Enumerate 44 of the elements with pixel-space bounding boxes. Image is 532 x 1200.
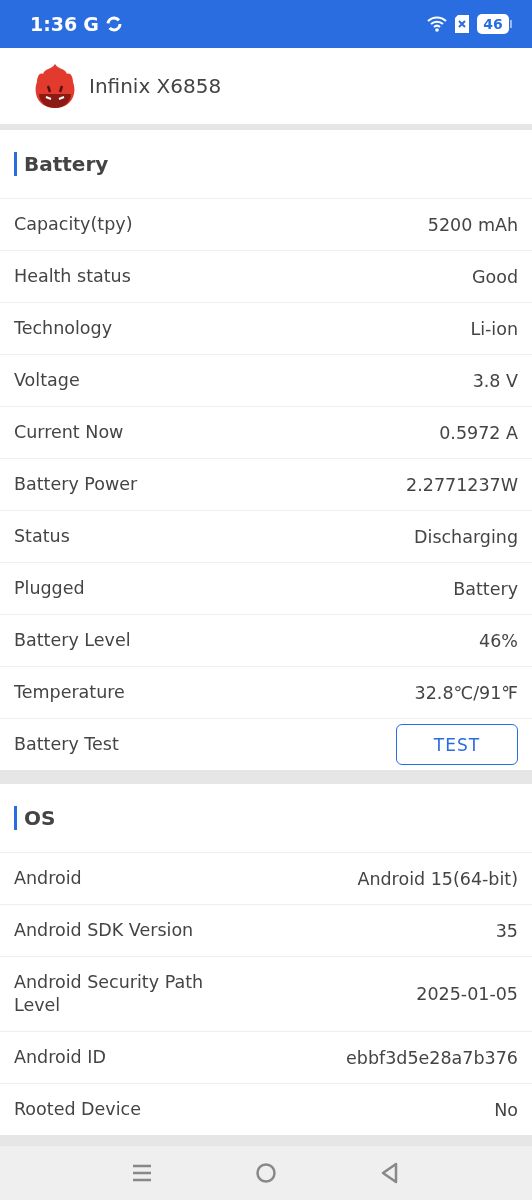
row-label: Voltage	[14, 369, 80, 392]
row-value: 35	[495, 920, 518, 941]
row-label: Battery Power	[14, 473, 138, 496]
row-label: Current Now	[14, 421, 124, 444]
time: 1:36	[30, 13, 78, 35]
sync-icon	[104, 15, 123, 33]
row-value: Good	[471, 266, 518, 287]
row-label: Capacity(tpy)	[14, 213, 133, 236]
row-value: 3.8 V	[472, 370, 518, 391]
row-value: Battery	[453, 578, 518, 599]
test-button[interactable]: TEST	[396, 724, 518, 765]
row-label: Plugged	[14, 577, 85, 600]
row-value: Discharging	[414, 526, 518, 547]
row-label: Android SDK Version	[14, 919, 194, 942]
row-value: ebbf3d5e28a7b376	[346, 1047, 518, 1068]
row-label: Android Security Path Level	[14, 971, 204, 1017]
row-value: 2.2771237W	[406, 474, 518, 495]
battery-level: 46	[477, 14, 509, 34]
sim-card-icon	[455, 15, 469, 33]
row-value: 5200 mAh	[427, 214, 518, 235]
wifi-icon	[427, 16, 447, 32]
device-title: Infinix X6858	[89, 74, 222, 98]
section-title: OS	[14, 806, 56, 830]
row-value: No	[494, 1099, 518, 1120]
app-logo-icon	[35, 64, 75, 108]
row-value: 46%	[479, 630, 518, 651]
network-indicator: G	[83, 13, 99, 35]
row-value: 2025-01-05	[416, 984, 518, 1004]
row-value: 32.8℃/91℉	[414, 682, 518, 703]
row-label: Temperature	[14, 681, 125, 704]
menu-icon[interactable]	[131, 1164, 152, 1182]
row-label: Health status	[14, 265, 131, 288]
section-title: Battery	[14, 152, 109, 176]
row-value: Li-ion	[470, 318, 518, 339]
row-label: Android	[14, 867, 82, 890]
row-value: 0.5972 A	[439, 422, 518, 443]
row-label: Technology	[14, 317, 113, 340]
row-label: Android ID	[14, 1046, 106, 1069]
row-label: Battery Level	[14, 629, 131, 652]
row-value: Android 15(64-bit)	[357, 868, 518, 889]
row-label: Battery Test	[14, 733, 119, 756]
row-label: Status	[14, 525, 70, 548]
row-label: Rooted Device	[14, 1098, 141, 1121]
home-icon[interactable]	[255, 1162, 277, 1184]
